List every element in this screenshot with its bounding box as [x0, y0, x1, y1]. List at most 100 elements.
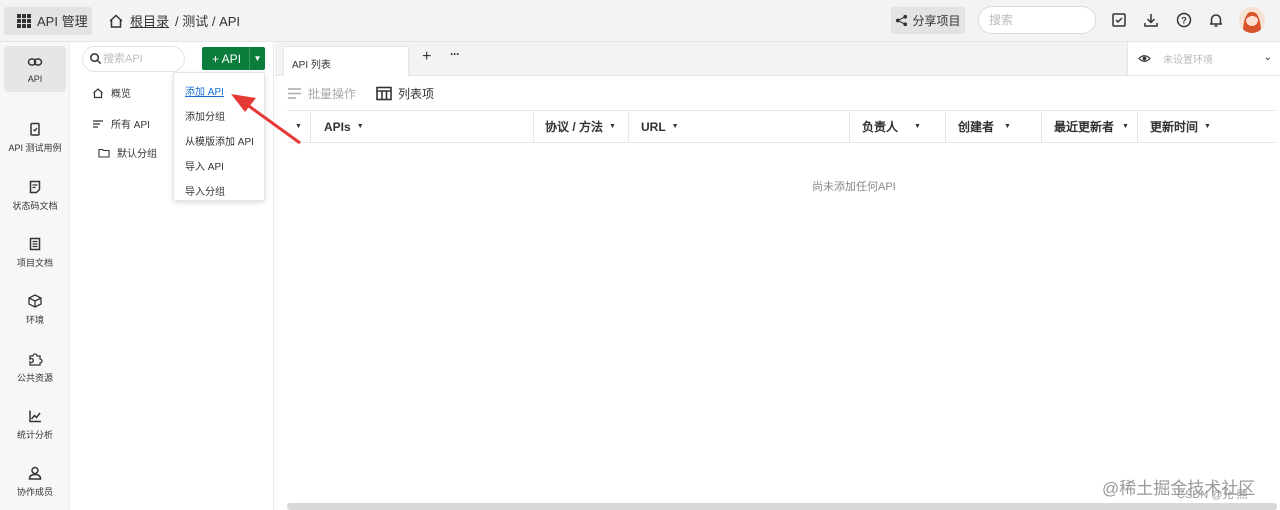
watermark-subtext: CSDN @允 熙 [1177, 489, 1248, 501]
rail-item-api-tests[interactable]: API 测试用例 [4, 114, 66, 160]
home-icon [109, 13, 123, 28]
rail-item-label: API 测试用例 [8, 142, 62, 153]
add-api-button[interactable]: + API ▼ [202, 47, 265, 70]
rail-item-label: 状态码文档 [12, 200, 58, 211]
batch-operations-button[interactable]: 批量操作 [287, 85, 356, 102]
caret-down-icon: ▼ [356, 123, 364, 130]
breadcrumb-path: / 测试 / API [175, 14, 241, 29]
rail-item-members[interactable]: 协作成员 [4, 458, 66, 504]
column-label: 协议 / 方法 [545, 120, 604, 134]
rail-item-label: 环境 [25, 314, 44, 325]
add-api-dropdown-menu: 添加 API 添加分组 从模版添加 API 导入 API 导入分组 [173, 72, 265, 201]
column-update-time[interactable]: 更新时间 ▼ [1138, 111, 1277, 142]
list-lines-icon [288, 87, 301, 99]
caret-down-icon: ▼ [1204, 123, 1211, 130]
menu-item-add-from-template[interactable]: 从模版添加 API [185, 133, 254, 148]
rail-item-label: 公共资源 [16, 372, 53, 383]
column-label: 最近更新者 [1054, 120, 1115, 134]
api-table-header: ▼ APIs ▼ 协议 / 方法 ▼ URL ▼ 负责人 ▼ 创建者 ▼ 最近更新者 ▼ 更… [287, 110, 1277, 143]
folder-icon [98, 148, 110, 158]
doc-icon [29, 180, 41, 193]
tree-search-placeholder: 搜索API [103, 53, 143, 65]
menu-item-add-group[interactable]: 添加分组 [185, 108, 225, 123]
cube-icon [28, 293, 42, 308]
column-creator[interactable]: 创建者 ▼ [946, 111, 1042, 142]
share-project-button[interactable]: 分享项目 [891, 7, 965, 34]
bell-icon[interactable] [1207, 11, 1225, 29]
horizontal-scrollbar[interactable] [287, 503, 1277, 510]
column-label: APIs [324, 119, 351, 134]
puzzle-icon [29, 352, 43, 366]
rail-item-status-docs[interactable]: 状态码文档 [4, 172, 66, 218]
list-icon [93, 119, 103, 128]
share-icon [896, 14, 908, 27]
menu-item-import-api[interactable]: 导入 API [185, 158, 224, 173]
chevron-down-icon: ⌄ [1263, 52, 1272, 63]
tab-api-list[interactable]: API 列表 [283, 46, 409, 76]
download-icon[interactable] [1142, 11, 1160, 29]
help-icon[interactable]: ? [1175, 11, 1193, 29]
tree-search-input[interactable]: 搜索API [82, 46, 185, 72]
tree-item-overview[interactable]: 概览 [92, 85, 131, 100]
user-icon [28, 466, 42, 480]
rail-item-public-resources[interactable]: 公共资源 [4, 344, 66, 390]
search-icon [90, 53, 102, 65]
caret-down-icon: ▼ [609, 123, 616, 130]
app-menu-button[interactable]: API 管理 [4, 6, 92, 35]
column-label: 更新时间 [1150, 120, 1199, 134]
environment-selector[interactable]: 未设置环境 ⌄ [1127, 42, 1280, 75]
column-protocol-method[interactable]: 协议 / 方法 ▼ [534, 111, 629, 142]
grid-icon [17, 13, 31, 28]
columns-button[interactable]: 列表项 [376, 85, 434, 102]
tree-item-default-group[interactable]: 默认分组 [98, 145, 157, 160]
svg-text:?: ? [1181, 16, 1187, 26]
caret-down-icon[interactable]: ▼ [249, 47, 265, 70]
column-apis[interactable]: APIs ▼ [311, 111, 534, 142]
environment-placeholder: 未设置环境 [1163, 55, 1213, 66]
avatar[interactable] [1239, 7, 1265, 33]
tree-item-label: 默认分组 [117, 149, 157, 160]
rail-item-label: 项目文档 [16, 257, 53, 268]
more-tabs-button[interactable]: ··· [450, 47, 460, 61]
column-label: 创建者 [958, 120, 995, 134]
home-icon [93, 87, 103, 98]
rail-item-label: API [27, 74, 43, 84]
rail-item-environment[interactable]: 环境 [4, 286, 66, 332]
column-url[interactable]: URL ▼ [629, 111, 850, 142]
column-owner[interactable]: 负责人 ▼ [850, 111, 946, 142]
breadcrumb-root[interactable]: 根目录 [130, 11, 169, 30]
rail-item-project-docs[interactable]: 项目文档 [4, 229, 66, 275]
top-bar: API 管理 根目录 / 测试 / API 分享项目 搜索 ? [0, 0, 1280, 42]
column-label: URL [641, 119, 666, 134]
caret-down-icon: ▼ [914, 123, 921, 130]
tree-item-label: 所有 API [111, 120, 150, 131]
list-toolbar: 批量操作 列表项 [287, 83, 434, 103]
link-icon [27, 58, 43, 66]
book-icon [29, 237, 41, 250]
table-columns-icon [376, 86, 392, 100]
add-tab-button[interactable]: + [422, 48, 431, 66]
select-all-dropdown[interactable]: ▼ [287, 111, 311, 142]
menu-item-import-group[interactable]: 导入分组 [185, 183, 225, 198]
menu-item-add-api[interactable]: 添加 API [185, 83, 224, 98]
tab-bar: API 列表 + ··· 未设置环境 ⌄ [275, 42, 1280, 76]
tree-item-all-apis[interactable]: 所有 API [92, 116, 150, 131]
task-check-icon[interactable] [1110, 11, 1128, 29]
columns-label: 列表项 [398, 86, 435, 101]
left-nav-rail: API API 测试用例 状态码文档 项目文档 环境 公共资源 统计分析 协作成… [0, 42, 70, 510]
tree-item-label: 概览 [111, 89, 131, 100]
top-search-input[interactable]: 搜索 [978, 6, 1096, 34]
clipboard-check-icon [30, 122, 40, 136]
rail-item-label: 统计分析 [16, 429, 53, 440]
chart-icon [29, 410, 41, 422]
column-last-updater[interactable]: 最近更新者 ▼ [1042, 111, 1138, 142]
rail-item-api[interactable]: API [4, 46, 66, 92]
column-label: 负责人 [862, 120, 899, 134]
caret-down-icon: ▼ [1122, 123, 1129, 130]
empty-table-message: 尚未添加任何API [812, 181, 896, 193]
share-label: 分享项目 [912, 14, 961, 28]
add-api-label: + API [212, 51, 242, 66]
breadcrumb: 根目录 / 测试 / API [108, 11, 240, 30]
rail-item-statistics[interactable]: 统计分析 [4, 401, 66, 447]
caret-down-icon: ▼ [1004, 123, 1011, 130]
